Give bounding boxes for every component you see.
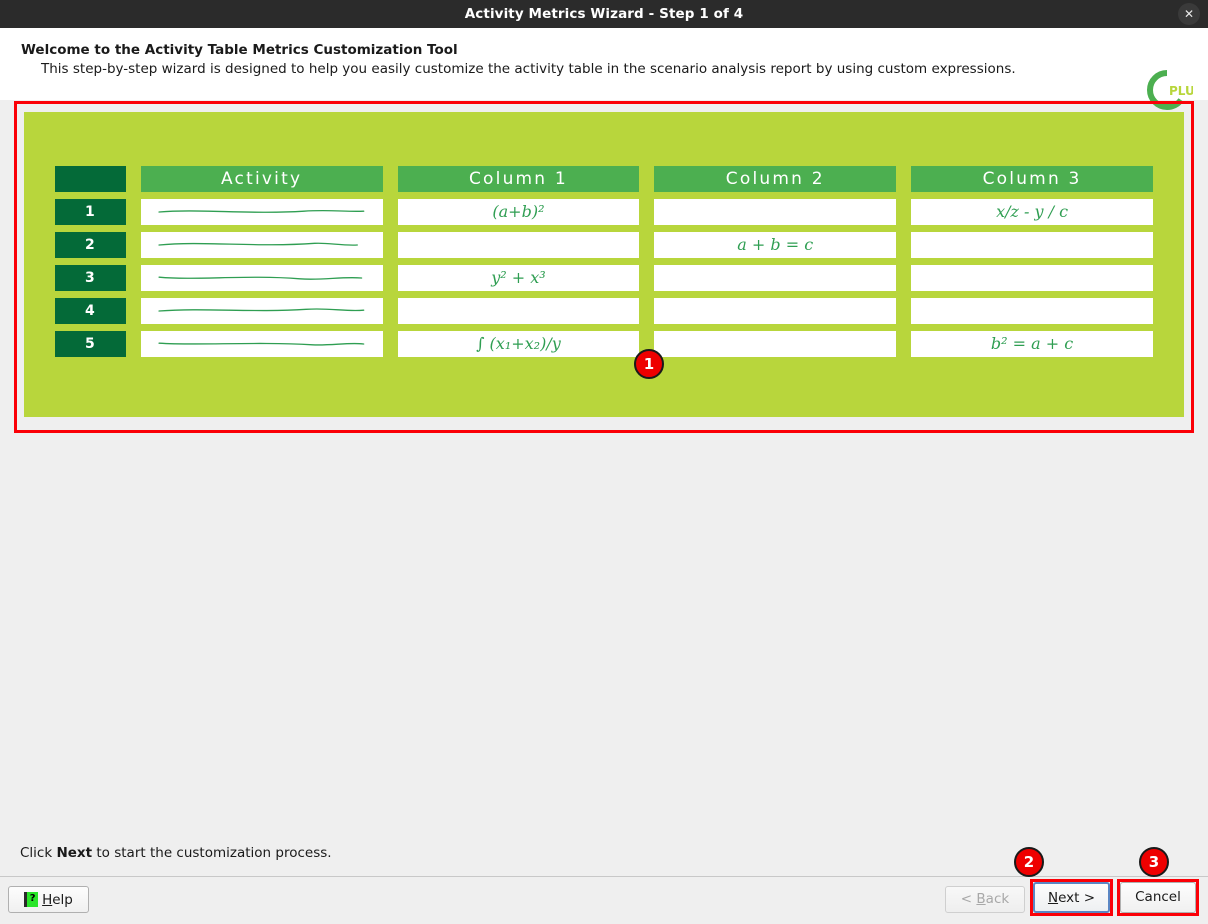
help-button-label: Help	[42, 891, 73, 908]
formula-cell-column-2[interactable]	[654, 298, 897, 324]
table-row: 2 a + b = c	[55, 232, 1153, 258]
formula-text: a + b = c	[737, 235, 814, 254]
formula-cell-column-3[interactable]: x/z - y / c	[911, 199, 1153, 225]
table-header-column-1: Column 1	[397, 166, 640, 192]
formula-cell-column-1[interactable]	[397, 232, 640, 258]
formula-cell-column-2[interactable]	[654, 331, 897, 357]
close-icon[interactable]: ✕	[1178, 3, 1200, 25]
table-header-activity: Activity	[140, 166, 383, 192]
window-titlebar: Activity Metrics Wizard - Step 1 of 4 ✕	[0, 0, 1208, 28]
page-title: Welcome to the Activity Table Metrics Cu…	[21, 42, 458, 58]
activity-cell[interactable]	[140, 199, 383, 225]
row-index-cell: 2	[55, 232, 126, 258]
table-row: 5 ∫ (x₁+x₂)/y b² = a + c	[55, 331, 1153, 357]
formula-text: x/z - y / c	[996, 202, 1069, 221]
table-header-row: Activity Column 1 Column 2 Column 3	[55, 166, 1153, 192]
formula-cell-column-1[interactable]: (a+b)²	[397, 199, 640, 225]
back-button[interactable]: < Back	[945, 886, 1025, 913]
formula-cell-column-1[interactable]	[397, 298, 640, 324]
formula-cell-column-3[interactable]	[911, 298, 1153, 324]
activity-cell[interactable]	[140, 265, 383, 291]
formula-cell-column-2[interactable]: a + b = c	[654, 232, 897, 258]
annotation-badge-3: 3	[1139, 847, 1169, 877]
formula-cell-column-2[interactable]	[654, 265, 897, 291]
formula-text: b² = a + c	[990, 334, 1074, 353]
help-question-icon: ?	[24, 892, 39, 907]
formula-text: y² + x³	[491, 268, 546, 287]
table-row: 4	[55, 298, 1153, 324]
annotation-badge-2: 2	[1014, 847, 1044, 877]
formula-cell-column-3[interactable]	[911, 232, 1153, 258]
formula-cell-column-3[interactable]: b² = a + c	[911, 331, 1153, 357]
row-index-cell: 3	[55, 265, 126, 291]
cplus-logo: PLUS	[1147, 70, 1193, 110]
table-body: 1 (a+b)² x/z - y / c 2 a + b = c 3 y² + x³ 4 5 ∫ …	[55, 199, 1153, 357]
formula-cell-column-3[interactable]	[911, 265, 1153, 291]
table-row: 3 y² + x³	[55, 265, 1153, 291]
annotation-badge-1: 1	[634, 349, 664, 379]
row-index-cell: 4	[55, 298, 126, 324]
svg-text:PLUS: PLUS	[1169, 84, 1193, 98]
help-button[interactable]: ? Help	[8, 886, 89, 913]
formula-cell-column-1[interactable]: ∫ (x₁+x₂)/y	[397, 331, 640, 357]
activity-cell[interactable]	[140, 298, 383, 324]
hint-text: Click Next to start the customization pr…	[20, 845, 332, 861]
hint-prefix: Click	[20, 845, 57, 861]
formula-text: ∫ (x₁+x₂)/y	[476, 334, 561, 353]
page-subtitle: This step-by-step wizard is designed to …	[41, 61, 1016, 77]
table-header-column-3: Column 3	[911, 166, 1153, 192]
table-header-column-2: Column 2	[654, 166, 897, 192]
table-row: 1 (a+b)² x/z - y / c	[55, 199, 1153, 225]
activity-cell[interactable]	[140, 232, 383, 258]
window-title: Activity Metrics Wizard - Step 1 of 4	[464, 6, 744, 22]
hint-bold: Next	[56, 845, 93, 861]
formula-cell-column-2[interactable]	[654, 199, 897, 225]
wizard-header: Welcome to the Activity Table Metrics Cu…	[0, 28, 1208, 110]
next-button[interactable]: Next >	[1033, 882, 1110, 913]
formula-cell-column-1[interactable]: y² + x³	[397, 265, 640, 291]
back-button-label: < Back	[960, 891, 1010, 907]
hint-suffix: to start the customization process.	[92, 845, 332, 861]
row-index-cell: 5	[55, 331, 126, 357]
activity-table-panel: Activity Column 1 Column 2 Column 3 1 (a+…	[24, 112, 1184, 417]
activity-table: Activity Column 1 Column 2 Column 3 1 (a+…	[40, 159, 1168, 364]
next-button-label: Next >	[1047, 890, 1096, 906]
cancel-button[interactable]: Cancel	[1120, 882, 1196, 913]
formula-text: (a+b)²	[492, 202, 545, 221]
table-header-corner	[55, 166, 126, 192]
activity-cell[interactable]	[140, 331, 383, 357]
row-index-cell: 1	[55, 199, 126, 225]
